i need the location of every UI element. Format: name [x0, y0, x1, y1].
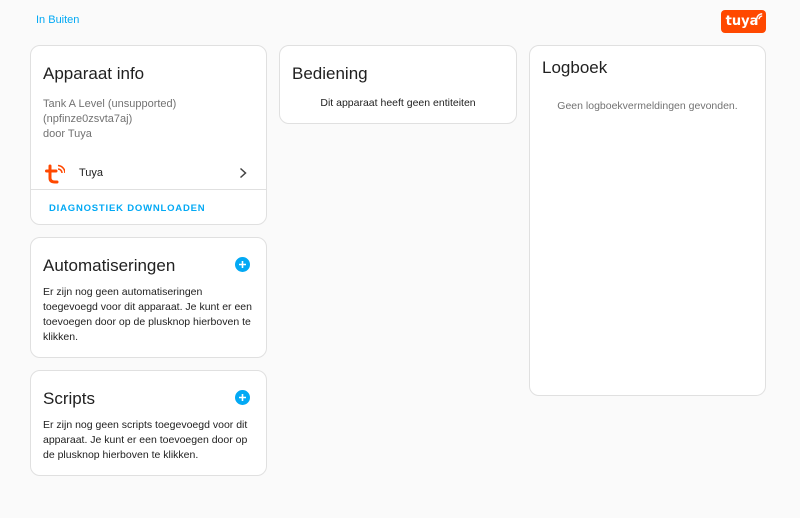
add-automation-button[interactable]: [235, 257, 250, 272]
scripts-empty-text: Er zijn nog geen scripts toegevoegd voor…: [43, 419, 248, 461]
add-script-button[interactable]: [235, 390, 250, 405]
logbook-card: Logboek Geen logboekvermeldingen gevonde…: [529, 45, 766, 396]
device-manufacturer: door Tuya: [43, 128, 92, 140]
logbook-title: Logboek: [542, 58, 608, 77]
plus-icon: [239, 394, 246, 401]
logbook-empty-text: Geen logboekvermeldingen gevonden.: [557, 100, 738, 112]
device-info-title: Apparaat info: [43, 64, 145, 83]
area-link[interactable]: In Buiten: [36, 14, 79, 26]
tuya-brand-logo: tuya: [721, 10, 766, 33]
automations-title: Automatiseringen: [43, 256, 176, 275]
integration-label: Tuya: [79, 167, 104, 179]
controls-empty-text: Dit apparaat heeft geen entiteiten: [320, 97, 476, 109]
card-divider: [31, 189, 266, 190]
automations-empty-text: Er zijn nog geen automatiseringen toegev…: [43, 286, 252, 343]
download-diagnostics-button[interactable]: DIAGNOSTIEK DOWNLOADEN: [43, 196, 211, 220]
device-id: (npfinze0zsvta7aj): [43, 113, 133, 125]
tuya-logo-icon: [45, 164, 65, 184]
chevron-right-icon: [239, 167, 247, 179]
brand-logo-text: tuya: [725, 14, 759, 29]
device-info-details: Tank A Level (unsupported) (npfinze0zsvt…: [43, 97, 176, 142]
device-page: In Buiten tuya Apparaat info Tank A Leve…: [0, 0, 800, 518]
plus-icon: [239, 261, 246, 268]
controls-card: Bediening Dit apparaat heeft geen entite…: [279, 45, 517, 124]
device-model: Tank A Level (unsupported): [43, 98, 177, 110]
scripts-card: Scripts Er zijn nog geen scripts toegevo…: [30, 370, 267, 476]
controls-title: Bediening: [292, 64, 368, 83]
wifi-signal-icon: [756, 13, 763, 20]
automations-card: Automatiseringen Er zijn nog geen automa…: [30, 237, 267, 358]
scripts-title: Scripts: [43, 389, 95, 408]
integration-row-tuya[interactable]: Tuya: [31, 158, 266, 190]
device-info-card: Apparaat info Tank A Level (unsupported)…: [30, 45, 267, 225]
